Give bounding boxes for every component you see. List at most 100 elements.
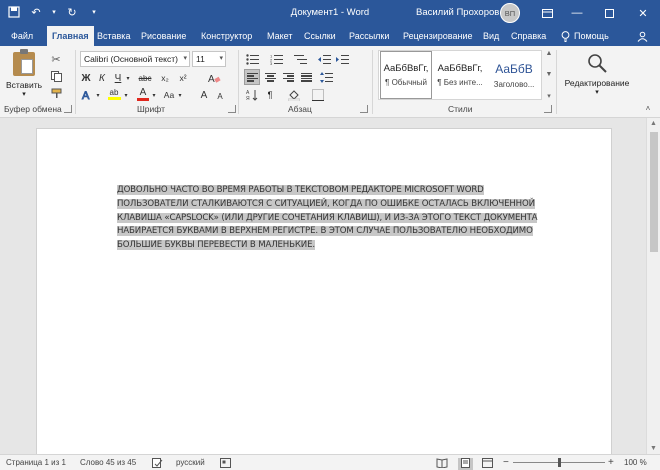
bullets-icon[interactable] bbox=[244, 51, 260, 67]
tell-me-box[interactable]: Помощь bbox=[561, 26, 609, 46]
tab-draw[interactable]: Рисование bbox=[136, 26, 191, 46]
clear-formatting-icon[interactable]: A bbox=[205, 70, 223, 86]
scroll-thumb[interactable] bbox=[650, 132, 658, 252]
styles-scroll: ▲ ▼ ▾ bbox=[544, 50, 554, 100]
style-name: ¶ Обычный bbox=[385, 78, 427, 87]
scroll-down-icon[interactable]: ▼ bbox=[647, 445, 660, 452]
proofing-icon[interactable] bbox=[152, 458, 163, 470]
change-case-button[interactable]: Aa bbox=[162, 87, 176, 103]
close-icon[interactable]: ✕ bbox=[628, 0, 658, 26]
styles-launcher-icon[interactable] bbox=[544, 105, 552, 113]
styles-down-icon[interactable]: ▼ bbox=[546, 71, 553, 78]
scroll-up-icon[interactable]: ▲ bbox=[647, 120, 660, 127]
tab-review[interactable]: Рецензирование bbox=[398, 26, 478, 46]
strikethrough-button[interactable]: abc bbox=[136, 70, 154, 86]
tab-file[interactable]: Файл bbox=[6, 26, 38, 46]
italic-button[interactable]: К bbox=[96, 70, 108, 86]
zoom-level[interactable]: 100 % bbox=[624, 458, 647, 467]
document-page[interactable]: ДОВОЛЬНО ЧАСТО ВО ВРЕМЯ РАБОТЫ В ТЕКСТОВ… bbox=[36, 128, 612, 454]
maximize-icon[interactable] bbox=[594, 0, 624, 26]
tell-me-label: Помощь bbox=[574, 31, 609, 41]
tab-mailings[interactable]: Рассылки bbox=[344, 26, 394, 46]
increase-indent-icon[interactable] bbox=[334, 51, 350, 67]
paste-button[interactable]: Вставить ▾ bbox=[6, 49, 42, 102]
superscript-button[interactable]: x² bbox=[176, 70, 190, 86]
align-center-icon[interactable] bbox=[262, 69, 278, 85]
tab-references[interactable]: Ссылки bbox=[299, 26, 341, 46]
justify-icon[interactable] bbox=[298, 69, 314, 85]
avatar[interactable]: ВП bbox=[500, 3, 520, 23]
word-count[interactable]: Слово 45 из 45 bbox=[80, 458, 136, 467]
underline-dropdown-icon[interactable]: ▾ bbox=[124, 70, 132, 86]
zoom-in-button[interactable]: + bbox=[608, 457, 614, 468]
style-heading-1[interactable]: АаБбВ Заголово... bbox=[488, 51, 540, 99]
language[interactable]: русский bbox=[176, 458, 205, 467]
style-name: ¶ Без инте... bbox=[437, 78, 483, 87]
vertical-scrollbar[interactable]: ▲ ▼ bbox=[646, 118, 660, 454]
align-right-icon[interactable] bbox=[280, 69, 296, 85]
text-effects-dropdown-icon[interactable]: ▾ bbox=[94, 87, 102, 103]
line-spacing-icon[interactable] bbox=[318, 69, 334, 85]
paste-dropdown-icon: ▾ bbox=[22, 91, 26, 98]
share-icon[interactable] bbox=[630, 29, 654, 43]
styles-more-icon[interactable]: ▾ bbox=[547, 92, 551, 100]
zoom-out-button[interactable]: − bbox=[503, 457, 509, 468]
decrease-indent-icon[interactable] bbox=[316, 51, 332, 67]
web-layout-icon[interactable] bbox=[482, 458, 493, 470]
tab-view[interactable]: Вид bbox=[478, 26, 504, 46]
tab-help[interactable]: Справка bbox=[506, 26, 551, 46]
paragraph-launcher-icon[interactable] bbox=[360, 105, 368, 113]
style-normal[interactable]: АаБбВвГг, ¶ Обычный bbox=[380, 51, 432, 99]
font-color-button[interactable]: A bbox=[136, 86, 150, 102]
copy-icon[interactable] bbox=[48, 68, 64, 84]
font-size-select[interactable]: 11 ▾ bbox=[192, 51, 226, 67]
bold-button[interactable]: Ж bbox=[80, 70, 92, 86]
tab-design[interactable]: Конструктор bbox=[196, 26, 257, 46]
read-mode-icon[interactable] bbox=[436, 458, 448, 470]
document-body[interactable]: ДОВОЛЬНО ЧАСТО ВО ВРЕМЯ РАБОТЫ В ТЕКСТОВ… bbox=[117, 184, 553, 253]
selected-text[interactable]: ДОВОЛЬНО ЧАСТО ВО ВРЕМЯ РАБОТЫ В ТЕКСТОВ… bbox=[117, 185, 538, 251]
align-left-icon[interactable] bbox=[244, 69, 260, 85]
cut-icon[interactable]: ✂ bbox=[48, 51, 64, 67]
highlight-dropdown-icon[interactable]: ▾ bbox=[122, 87, 130, 103]
zoom-slider-knob[interactable] bbox=[557, 458, 561, 467]
document-area: ДОВОЛЬНО ЧАСТО ВО ВРЕМЯ РАБОТЫ В ТЕКСТОВ… bbox=[0, 118, 646, 454]
numbering-icon[interactable]: 123 bbox=[268, 51, 284, 67]
style-sample: АаБбВ bbox=[495, 61, 533, 76]
print-layout-icon[interactable] bbox=[458, 458, 473, 470]
shrink-font-button[interactable]: A bbox=[214, 88, 226, 104]
shading-icon[interactable] bbox=[286, 87, 302, 103]
tab-home[interactable]: Главная bbox=[47, 26, 94, 46]
macro-icon[interactable] bbox=[220, 458, 231, 470]
clipboard-launcher-icon[interactable] bbox=[64, 105, 72, 113]
status-bar: Страница 1 из 1 Слово 45 из 45 русский −… bbox=[0, 454, 660, 470]
tab-insert[interactable]: Вставка bbox=[92, 26, 135, 46]
minimize-icon[interactable]: — bbox=[562, 0, 592, 26]
multilevel-list-icon[interactable] bbox=[292, 51, 308, 67]
page-count[interactable]: Страница 1 из 1 bbox=[6, 458, 66, 467]
user-name[interactable]: Василий Прохоров bbox=[416, 7, 499, 18]
underline-button[interactable]: Ч bbox=[112, 70, 124, 86]
ribbon-display-options-icon[interactable] bbox=[532, 0, 562, 26]
highlight-button[interactable]: ab bbox=[106, 86, 122, 102]
sort-icon[interactable]: AЯ bbox=[244, 87, 260, 103]
show-formatting-marks-icon[interactable]: ¶ bbox=[262, 87, 278, 103]
subscript-button[interactable]: x₂ bbox=[158, 70, 172, 86]
styles-up-icon[interactable]: ▲ bbox=[546, 50, 553, 57]
grow-font-button[interactable]: A bbox=[198, 87, 210, 103]
font-color-dropdown-icon[interactable]: ▾ bbox=[150, 87, 158, 103]
tab-layout[interactable]: Макет bbox=[262, 26, 297, 46]
font-size-value: 11 bbox=[196, 54, 205, 64]
font-color-label: A bbox=[139, 86, 147, 98]
text-effects-icon[interactable]: A bbox=[80, 87, 94, 103]
style-no-spacing[interactable]: АаБбВвГг, ¶ Без инте... bbox=[434, 51, 486, 99]
chevron-down-icon: ▾ bbox=[183, 55, 187, 62]
borders-icon[interactable] bbox=[310, 87, 326, 103]
style-sample: АаБбВвГг, bbox=[437, 63, 483, 74]
font-launcher-icon[interactable] bbox=[228, 105, 236, 113]
change-case-dropdown-icon[interactable]: ▾ bbox=[176, 87, 184, 103]
collapse-ribbon-icon[interactable]: ˄ bbox=[640, 100, 656, 116]
editing-button[interactable]: Редактирование ▾ bbox=[562, 52, 632, 102]
font-name-select[interactable]: Calibri (Основной текст) ▾ bbox=[80, 51, 190, 67]
format-painter-icon[interactable] bbox=[48, 85, 64, 101]
